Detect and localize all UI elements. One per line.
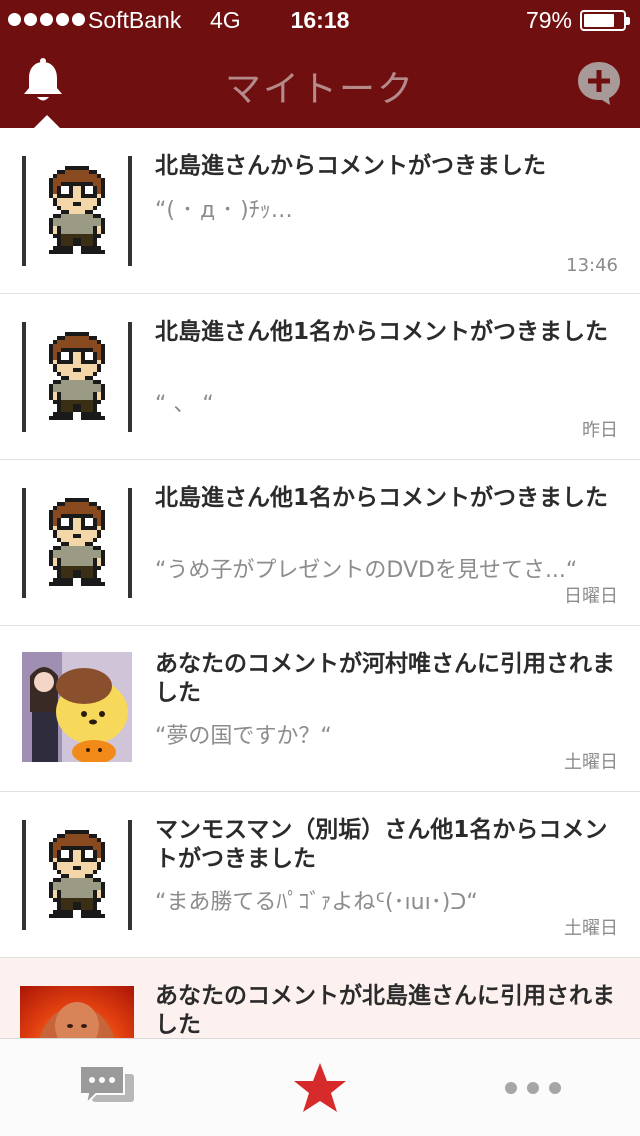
notification-preview: “まあ勝てるﾊﾟｺﾞｧよねᑦ(･ıuı･)ᑐ“	[155, 890, 478, 915]
photo-avatar	[20, 986, 134, 1038]
notification-title: マンモスマン（別垢）さん他1名からコメントがつきました	[155, 817, 608, 872]
notification-title: 北島進さんからコメントがつきました	[155, 153, 546, 179]
navigation-bar: マイトーク	[0, 40, 640, 128]
tab-mytalk[interactable]	[213, 1039, 426, 1136]
photo-avatar	[22, 652, 132, 762]
notification-row[interactable]: 北島進さんからコメントがつきました “( ･ д ･ )ﾁｯ… 13:46	[0, 128, 640, 294]
notification-time: 土曜日	[564, 918, 618, 939]
add-comment-icon[interactable]	[576, 60, 622, 106]
notification-title: 北島進さん他1名からコメントがつきました	[155, 319, 609, 345]
notification-time: 昨日	[582, 420, 618, 441]
notification-title: あなたのコメントが北島進さんに引用されました	[155, 983, 615, 1038]
star-icon	[293, 1063, 346, 1112]
notification-list[interactable]: 北島進さんからコメントがつきました “( ･ д ･ )ﾁｯ… 13:46 北島…	[0, 128, 640, 1038]
notification-preview: “( ･ д ･ )ﾁｯ…	[155, 198, 293, 223]
tab-talks[interactable]	[0, 1039, 213, 1136]
page-title: マイトーク	[224, 69, 415, 110]
notification-row[interactable]: 北島進さん他1名からコメントがつきました “うめ子がプレゼントのDVDを見せてさ…	[0, 460, 640, 626]
tab-bar	[0, 1038, 640, 1136]
notification-row[interactable]: マンモスマン（別垢）さん他1名からコメントがつきました “まあ勝てるﾊﾟｺﾞｧよ…	[0, 792, 640, 958]
notification-title: 北島進さん他1名からコメントがつきました	[155, 485, 609, 511]
pixel-avatar	[22, 156, 132, 266]
notification-preview: “うめ子がプレゼントのDVDを見せてさ...“	[155, 558, 578, 583]
notification-title: あなたのコメントが河村唯さんに引用されました	[155, 651, 615, 706]
active-indicator-notch	[34, 115, 60, 128]
battery-percentage: 79%	[525, 7, 572, 33]
status-bar: SoftBank 4G 16:18 79%	[0, 0, 640, 40]
battery-icon	[580, 10, 630, 31]
notification-row[interactable]: 北島進さん他1名からコメントがつきました “ 、 “ 昨日	[0, 294, 640, 460]
tab-more[interactable]	[426, 1039, 639, 1136]
pixel-avatar	[22, 488, 132, 598]
notification-preview: “夢の国ですか？“	[155, 724, 332, 749]
more-icon	[504, 1082, 561, 1094]
notification-time: 日曜日	[564, 586, 618, 607]
notification-preview: “ 、 “	[155, 392, 214, 417]
pixel-avatar	[22, 820, 132, 930]
notification-time: 土曜日	[564, 752, 618, 773]
notification-row[interactable]: あなたのコメントが河村唯さんに引用されました “夢の国ですか？“ 土曜日	[0, 626, 640, 792]
notification-time: 13:46	[566, 255, 618, 276]
pixel-avatar	[22, 322, 132, 432]
chat-bubbles-icon	[78, 1065, 134, 1108]
notification-row-unread[interactable]: あなたのコメントが北島進さんに引用されました	[0, 958, 640, 1038]
